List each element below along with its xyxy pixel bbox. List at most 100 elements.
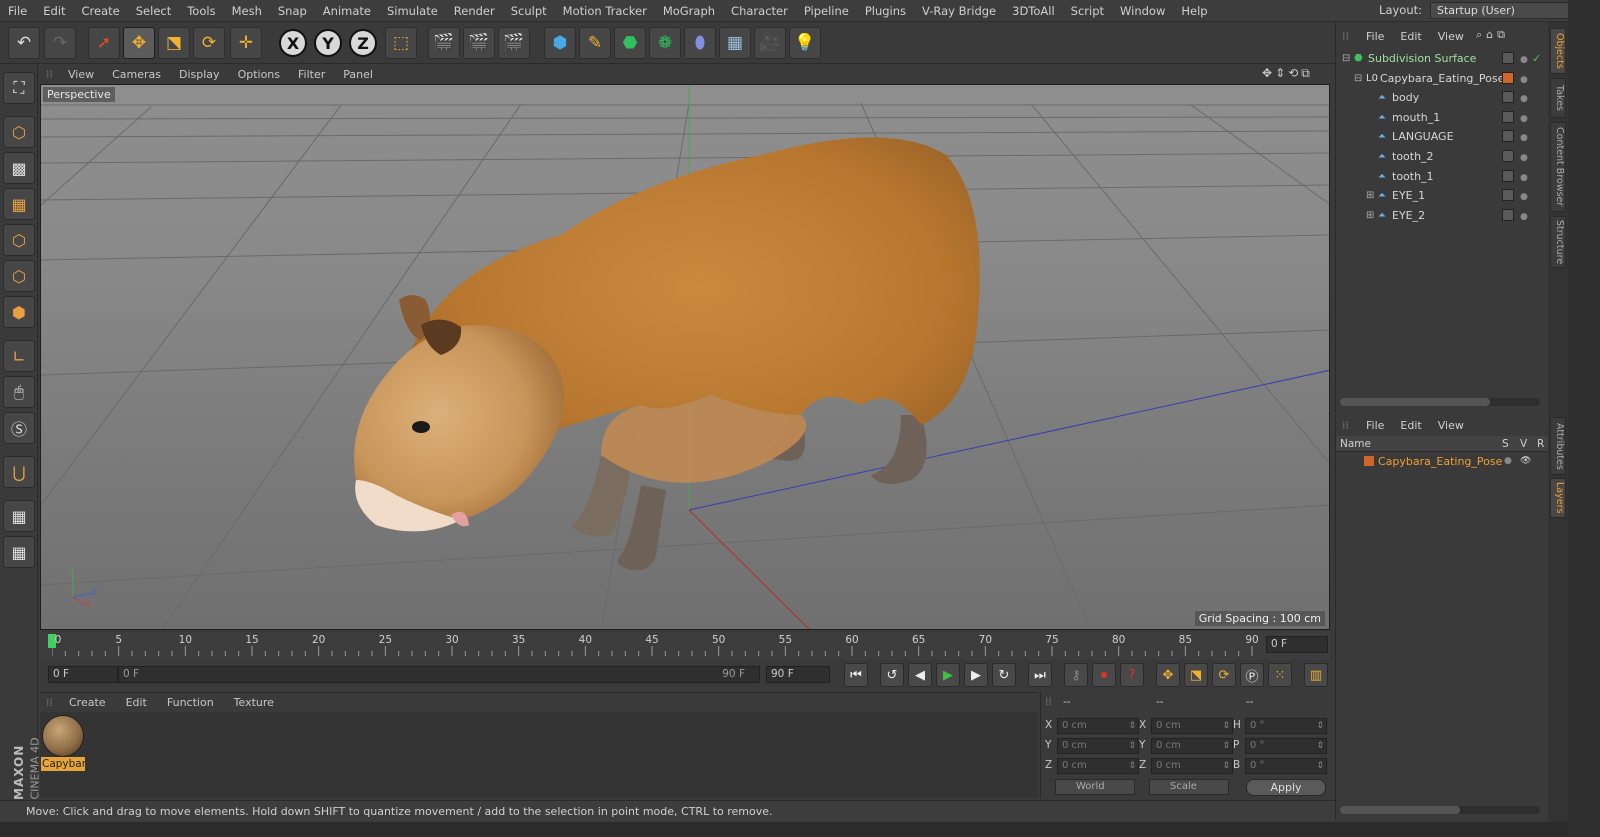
scale-tool-button[interactable]: ⬔ (158, 27, 190, 59)
menu-snap[interactable]: Snap (270, 4, 315, 18)
capybara-model[interactable] (354, 137, 980, 571)
layer-menu-file[interactable]: File (1358, 419, 1392, 432)
new-view-icon[interactable]: ⧉ (1497, 28, 1509, 41)
stepper-arrows-icon[interactable]: ⇕ (1128, 719, 1136, 733)
layer-color-swatch[interactable] (1364, 456, 1374, 466)
key-parameter-button[interactable]: Ⓟ (1240, 663, 1264, 687)
play-button[interactable]: ▶ (936, 663, 960, 687)
stepper-arrows-icon[interactable]: ⇕ (1316, 719, 1324, 733)
scrollbar-thumb[interactable] (1340, 806, 1460, 814)
menu-character[interactable]: Character (723, 4, 796, 18)
next-frame-button[interactable]: ▶ (964, 663, 988, 687)
menu-window[interactable]: Window (1112, 4, 1173, 18)
frame-range-slider[interactable]: 0 F 90 F (118, 666, 760, 683)
coord-field-b[interactable]: 0 ° ⇕ (1245, 758, 1327, 774)
move-view-icon[interactable]: ✥ (1262, 66, 1275, 80)
layer-manager-scrollbar[interactable] (1340, 806, 1540, 814)
pen-spline-button[interactable]: ✎ (579, 27, 611, 59)
stepper-arrows-icon[interactable]: ⇕ (1128, 739, 1136, 753)
timeline-ruler[interactable]: 0 5 10 15 20 25 30 35 40 45 50 55 60 65 70 75 80 85 90 (48, 632, 1264, 660)
maximize-view-icon[interactable]: ⧉ (1301, 66, 1313, 80)
object-name[interactable]: body (1392, 88, 1419, 107)
visibility-toggle-icon[interactable]: ● (1520, 51, 1528, 70)
visibility-toggle-icon[interactable]: ● (1520, 149, 1528, 168)
layer-tag[interactable] (1502, 169, 1514, 182)
object-row[interactable]: ⏶ mouth_1 ● (1336, 108, 1548, 127)
coord-field-x[interactable]: 0 cm ⇕ (1151, 718, 1233, 734)
side-tab-takes[interactable]: Takes (1550, 78, 1566, 118)
stepper-arrows-icon[interactable]: ⇕ (1316, 739, 1324, 753)
object-row[interactable]: ⏶ tooth_1 ● (1336, 167, 1548, 186)
key-pla-button[interactable]: ⁙ (1268, 663, 1292, 687)
layer-tag[interactable] (1502, 208, 1514, 221)
camera-label[interactable]: Perspective (43, 87, 115, 102)
menu-help[interactable]: Help (1173, 4, 1215, 18)
start-frame-field[interactable]: 0 F (48, 666, 118, 683)
visibility-toggle-icon[interactable]: ● (1520, 188, 1528, 207)
object-name[interactable]: EYE_1 (1392, 186, 1425, 205)
layer-menu-edit[interactable]: Edit (1392, 419, 1429, 432)
stepper-arrows-icon[interactable]: ⇕ (1128, 759, 1136, 773)
menu-v-ray-bridge[interactable]: V-Ray Bridge (914, 4, 1004, 18)
z-axis-lock-button[interactable]: Z (349, 29, 377, 57)
solo-mode-button[interactable]: Ⓢ (3, 412, 35, 444)
render-view-button[interactable]: 🎬 (428, 27, 460, 59)
object-name[interactable]: Subdivision Surface (1368, 49, 1476, 68)
model-mode-button[interactable]: ⬡ (3, 116, 35, 148)
material-thumbnail[interactable] (42, 715, 84, 757)
object-row[interactable]: ⊞ ⏶ EYE_1 ● (1336, 186, 1548, 205)
coord-field-z[interactable]: 0 cm ⇕ (1151, 758, 1233, 774)
object-row[interactable]: ⊟ ⬣ Subdivision Surface ● ✓ (1336, 49, 1548, 68)
workplane-mode-button[interactable]: ▦ (3, 188, 35, 220)
render-settings-button[interactable]: 🎬 (498, 27, 530, 59)
layer-solo-column[interactable]: S (1502, 438, 1509, 450)
coord-field-p[interactable]: 0 ° ⇕ (1245, 738, 1327, 754)
timeline-button[interactable]: ▥ (1304, 663, 1328, 687)
visibility-toggle-icon[interactable]: ● (1520, 71, 1528, 90)
layer-visible-toggle-icon[interactable]: 👁 (1520, 452, 1531, 471)
visibility-toggle-icon[interactable]: ● (1520, 129, 1528, 148)
coordinate-mode-dropdown[interactable]: World (1055, 779, 1135, 795)
menu-file[interactable]: File (0, 4, 35, 18)
key-rotation-button[interactable]: ⟳ (1212, 663, 1236, 687)
visibility-toggle-icon[interactable]: ● (1520, 90, 1528, 109)
object-manager-scrollbar[interactable] (1340, 398, 1540, 406)
locked-workplane-button[interactable]: ▦ (3, 500, 35, 532)
menu-tools[interactable]: Tools (179, 4, 223, 18)
tree-expander-icon[interactable]: ⊞ (1366, 186, 1374, 205)
tree-expander-icon[interactable]: ⊟ (1342, 49, 1350, 68)
side-tab-layers[interactable]: Layers (1550, 478, 1566, 518)
visibility-toggle-icon[interactable]: ● (1520, 169, 1528, 188)
side-tab-objects[interactable]: Objects (1550, 28, 1566, 74)
scrollbar-thumb[interactable] (1340, 398, 1490, 406)
layer-tag[interactable] (1502, 52, 1514, 64)
object-menu-view[interactable]: View (1430, 30, 1472, 43)
layer-render-column[interactable]: R (1537, 438, 1544, 450)
object-row[interactable]: ⏶ LANGUAGE ● (1336, 127, 1548, 146)
y-axis-lock-button[interactable]: Y (314, 29, 342, 57)
material-name[interactable]: Capybar (41, 757, 85, 771)
menu-motion-tracker[interactable]: Motion Tracker (555, 4, 655, 18)
viewport-menu-options[interactable]: Options (229, 68, 289, 81)
rotate-view-icon[interactable]: ⟲ (1288, 66, 1301, 80)
layer-tag[interactable] (1502, 150, 1514, 162)
object-row[interactable]: ⏶ body ● (1336, 88, 1548, 107)
object-menu-file[interactable]: File (1358, 30, 1392, 43)
viewport-menu-cameras[interactable]: Cameras (103, 68, 170, 81)
layer-tag[interactable] (1502, 189, 1514, 202)
polygons-mode-button[interactable]: ⬢ (3, 296, 35, 328)
layer-solo-toggle-icon[interactable]: ● (1504, 452, 1512, 471)
current-frame-field[interactable]: 0 F (1266, 636, 1328, 653)
viewport-menu-panel[interactable]: Panel (334, 68, 382, 81)
transform-tool-button[interactable]: ✛ (230, 27, 262, 59)
autokey-button[interactable]: ? (1120, 663, 1144, 687)
previous-key-button[interactable]: ↺ (880, 663, 904, 687)
object-row[interactable]: ⏶ tooth_2 ● (1336, 147, 1548, 166)
rotate-tool-button[interactable]: ⟳ (193, 27, 225, 59)
subdivision-surface-button[interactable]: ⬣ (614, 27, 646, 59)
layout-dropdown[interactable]: Startup (User)▼ (1430, 2, 1590, 19)
render-to-picture-viewer-button[interactable]: 🎬 (463, 27, 495, 59)
visibility-toggle-icon[interactable]: ● (1520, 208, 1528, 227)
record-keys-button[interactable]: ⏺ (1092, 663, 1116, 687)
array-button[interactable]: ❁ (649, 27, 681, 59)
